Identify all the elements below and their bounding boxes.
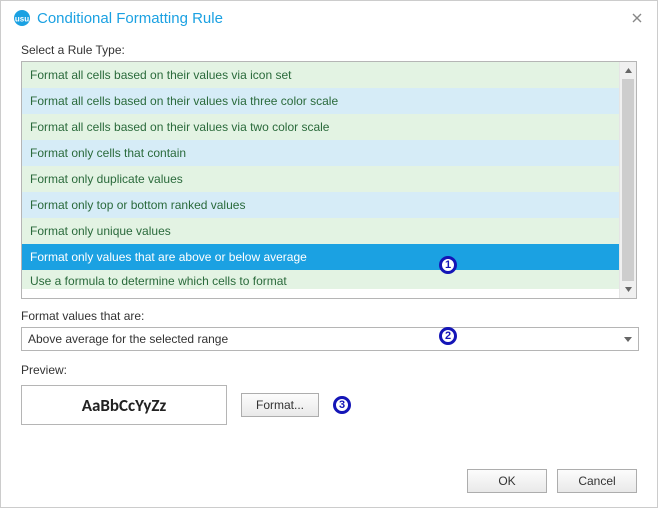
dialog-title: Conditional Formatting Rule <box>37 10 223 27</box>
close-icon[interactable] <box>629 10 645 26</box>
rule-type-list[interactable]: Format all cells based on their values v… <box>22 62 619 298</box>
svg-text:usu: usu <box>15 15 29 24</box>
titlebar: usu Conditional Formatting Rule <box>1 1 657 33</box>
scroll-track[interactable] <box>620 79 636 281</box>
rule-type-label: Select a Rule Type: <box>21 43 637 57</box>
dialog-window: usu Conditional Formatting Rule Select a… <box>0 0 658 508</box>
rule-type-item[interactable]: Format only cells that contain <box>22 140 619 166</box>
callout-2: 2 <box>439 327 457 345</box>
dialog-footer: OK Cancel <box>1 457 657 507</box>
preview-label: Preview: <box>21 363 637 377</box>
rule-type-item[interactable]: Format all cells based on their values v… <box>22 88 619 114</box>
app-icon: usu <box>13 9 31 27</box>
callout-1: 1 <box>439 256 457 274</box>
rule-type-item-selected[interactable]: Format only values that are above or bel… <box>22 244 619 270</box>
format-values-value: Above average for the selected range <box>28 332 228 346</box>
format-values-label: Format values that are: <box>21 309 637 323</box>
rule-type-item[interactable]: Format all cells based on their values v… <box>22 114 619 140</box>
scroll-down-icon[interactable] <box>620 281 636 298</box>
rule-type-item[interactable]: Format all cells based on their values v… <box>22 62 619 88</box>
scrollbar[interactable] <box>619 62 636 298</box>
scroll-up-icon[interactable] <box>620 62 636 79</box>
format-button-label: Format... <box>256 398 304 412</box>
preview-box: AaBbCcYyZz <box>21 385 227 425</box>
ok-button-label: OK <box>498 474 515 488</box>
rule-type-item[interactable]: Format only top or bottom ranked values <box>22 192 619 218</box>
rule-type-listbox: Format all cells based on their values v… <box>21 61 637 299</box>
cancel-button-label: Cancel <box>578 474 615 488</box>
rule-type-item[interactable]: Format only duplicate values <box>22 166 619 192</box>
cancel-button[interactable]: Cancel <box>557 469 637 493</box>
preview-sample-text: AaBbCcYyZz <box>82 395 167 416</box>
preview-row: AaBbCcYyZz Format... 3 <box>21 385 637 425</box>
rule-type-item[interactable]: Use a formula to determine which cells t… <box>22 270 619 289</box>
scroll-thumb[interactable] <box>622 79 634 281</box>
format-values-combo[interactable]: Above average for the selected range <box>21 327 639 351</box>
format-button[interactable]: Format... <box>241 393 319 417</box>
dialog-content: Select a Rule Type: Format all cells bas… <box>1 33 657 457</box>
chevron-down-icon <box>624 337 632 342</box>
ok-button[interactable]: OK <box>467 469 547 493</box>
rule-type-item[interactable]: Format only unique values <box>22 218 619 244</box>
callout-3: 3 <box>333 396 351 414</box>
